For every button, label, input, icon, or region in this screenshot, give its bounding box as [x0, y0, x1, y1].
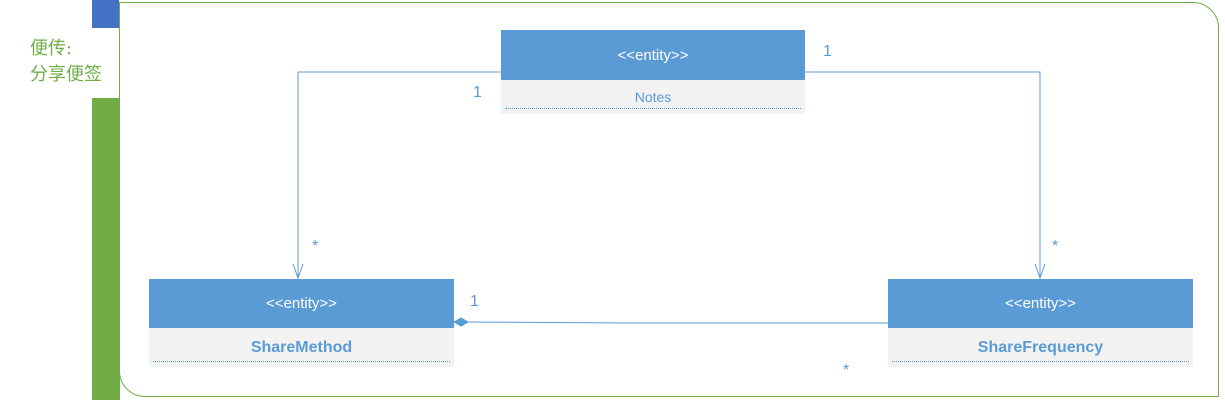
multiplicity-notes-method-source: 1: [473, 84, 482, 101]
multiplicity-notes-frequency-source: 1: [823, 43, 832, 60]
lane-side-bar: [92, 98, 120, 400]
entity-share-method-name: ShareMethod: [149, 328, 454, 367]
multiplicity-notes-method-target: *: [312, 238, 319, 255]
entity-notes-stereotype: <<entity>>: [501, 30, 805, 80]
entity-notes-name: Notes: [501, 80, 805, 114]
multiplicity-notes-frequency-target: *: [1052, 238, 1059, 255]
entity-share-frequency[interactable]: <<entity>> ShareFrequency: [888, 279, 1193, 367]
entity-share-method[interactable]: <<entity>> ShareMethod: [149, 279, 454, 367]
swimlane-label-line2: 分享便签: [30, 64, 102, 85]
entity-share-frequency-stereotype: <<entity>>: [888, 279, 1193, 328]
lane-header-tab: [92, 0, 119, 28]
swimlane-label: 便传: 分享便签: [30, 36, 120, 88]
swimlane-label-line1: 便传:: [30, 38, 73, 59]
multiplicity-composition: 1: [470, 293, 479, 310]
entity-share-method-stereotype: <<entity>>: [149, 279, 454, 328]
entity-share-frequency-name: ShareFrequency: [888, 328, 1193, 367]
multiplicity-frequency-side: *: [843, 362, 850, 379]
entity-notes[interactable]: <<entity>> Notes: [501, 30, 805, 114]
